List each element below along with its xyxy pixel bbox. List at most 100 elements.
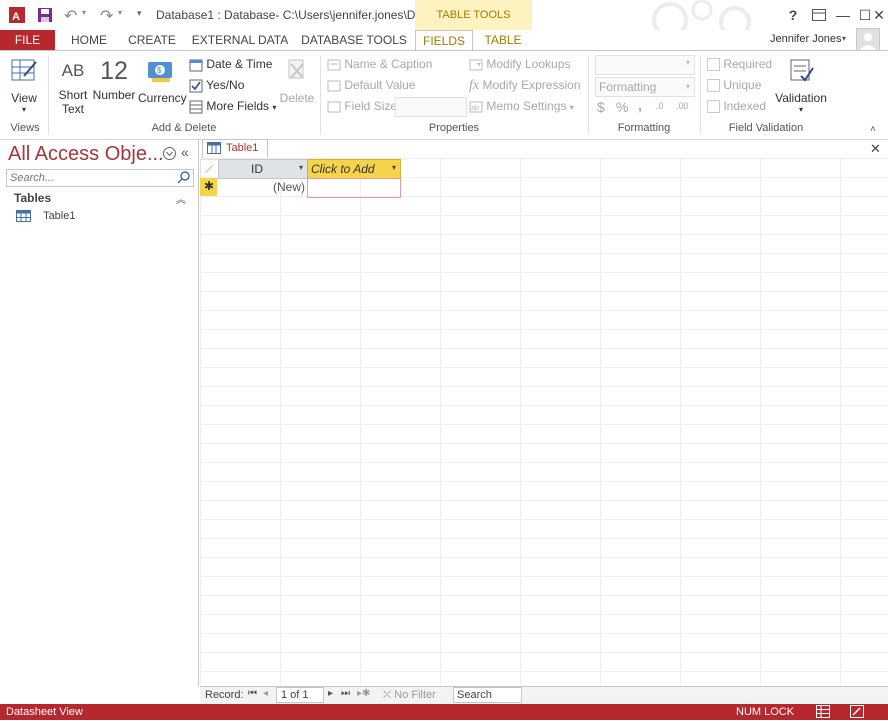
tab-create[interactable]: CREATE: [124, 30, 180, 50]
yes-no-button[interactable]: Yes/No: [189, 78, 244, 93]
column-header-click-to-add[interactable]: Click to Add ▾: [307, 159, 401, 179]
column-header-label: Click to Add: [311, 162, 375, 176]
view-label: View: [11, 91, 37, 105]
memo-settings-button[interactable]: ab Memo Settings ▾: [469, 99, 574, 114]
unique-checkbox[interactable]: Unique: [707, 78, 761, 93]
record-label: Record:: [205, 689, 244, 701]
help-button[interactable]: ?: [780, 4, 806, 26]
more-fields-button[interactable]: More Fields ▾: [189, 99, 276, 114]
column-dropdown-icon[interactable]: ▾: [392, 163, 396, 172]
format-select[interactable]: Formatting ▾: [595, 77, 695, 97]
column-dropdown-icon[interactable]: ▾: [299, 163, 303, 172]
cell-id-new[interactable]: (New): [218, 178, 306, 196]
more-fields-label: More Fields: [206, 99, 270, 113]
next-record-icon[interactable]: ▸: [328, 688, 333, 699]
checkbox-icon: [707, 79, 720, 93]
tab-database-tools[interactable]: DATABASE TOOLS: [300, 30, 408, 50]
nav-menu-icon[interactable]: [163, 147, 176, 163]
default-value-label: Default Value: [344, 78, 416, 92]
close-button[interactable]: ✕: [866, 4, 888, 26]
tab-home[interactable]: HOME: [62, 30, 116, 50]
nav-item-label: Table1: [43, 210, 76, 223]
previous-record-icon[interactable]: ◂: [263, 688, 268, 699]
views-group-label: Views: [10, 122, 40, 134]
user-dropdown-icon[interactable]: ▾: [842, 34, 846, 43]
field-size-input[interactable]: [395, 97, 467, 117]
comma-format-button[interactable]: ,: [638, 97, 642, 113]
percent-format-button[interactable]: %: [616, 99, 628, 115]
nav-item-table1[interactable]: Table1: [16, 210, 75, 223]
validation-label: Validation: [775, 91, 827, 105]
record-search-label: Search: [457, 689, 492, 701]
new-record-value: (New): [273, 180, 305, 194]
new-record-nav-icon[interactable]: ▸✱: [357, 688, 370, 699]
customize-qat-icon[interactable]: ▾: [137, 8, 142, 19]
number-button[interactable]: 12 Number: [92, 56, 136, 102]
search-icon[interactable]: [177, 170, 191, 187]
close-document-icon[interactable]: ✕: [870, 141, 881, 157]
redo-dropdown-icon[interactable]: ▾: [118, 8, 122, 17]
currency-format-button[interactable]: $: [597, 99, 605, 115]
add-delete-group-label: Add & Delete: [151, 122, 217, 134]
design-view-icon[interactable]: [850, 705, 864, 721]
default-value-button[interactable]: Default Value: [327, 78, 416, 93]
ribbon-display-button[interactable]: [806, 4, 832, 26]
required-checkbox[interactable]: Required: [707, 57, 772, 72]
checkbox-icon: [707, 58, 720, 72]
datasheet-grid[interactable]: [200, 158, 888, 686]
properties-group-label: Properties: [428, 122, 480, 134]
validation-icon: [790, 59, 814, 82]
last-record-icon[interactable]: ⏭: [341, 688, 350, 699]
name-caption-button[interactable]: Name & Caption: [327, 57, 432, 72]
save-icon[interactable]: [37, 7, 53, 23]
delete-button[interactable]: Delete: [278, 56, 316, 105]
access-app-icon[interactable]: A: [8, 6, 26, 24]
data-type-select[interactable]: ▾: [595, 55, 695, 75]
title-decoration: [652, 0, 751, 30]
short-text-button[interactable]: AB Short Text: [54, 58, 92, 116]
no-filter-icon: ⛌: [383, 689, 392, 701]
tab-fields[interactable]: FIELDS: [415, 30, 473, 52]
svg-text:$: $: [157, 66, 162, 75]
datasheet-view-icon[interactable]: [816, 705, 830, 721]
modify-lookups-button[interactable]: Modify Lookups: [469, 57, 570, 72]
redo-icon[interactable]: ↷: [100, 6, 113, 26]
undo-dropdown-icon[interactable]: ▾: [82, 8, 86, 17]
tab-file[interactable]: FILE: [0, 30, 55, 50]
first-record-icon[interactable]: ⏮: [248, 688, 257, 699]
collapse-group-icon[interactable]: ︽: [176, 191, 186, 206]
current-record-input[interactable]: 1 of 1: [276, 687, 324, 703]
undo-icon[interactable]: ↶: [64, 6, 77, 26]
validation-button[interactable]: Validation ▾: [772, 56, 830, 114]
search-input[interactable]: [7, 171, 170, 185]
increase-decimals-button[interactable]: .0: [656, 101, 664, 111]
new-record-selector[interactable]: ✱: [200, 178, 217, 196]
table-icon: [16, 210, 31, 222]
tab-external-data[interactable]: EXTERNAL DATA: [188, 30, 292, 50]
name-caption-label: Name & Caption: [344, 57, 433, 71]
select-all-corner[interactable]: [200, 159, 219, 179]
memo-settings-icon: ab: [469, 101, 483, 113]
indexed-checkbox[interactable]: Indexed: [707, 99, 766, 114]
modify-expression-button[interactable]: fx Modify Expression: [469, 78, 581, 94]
column-header-id[interactable]: ID ▾: [218, 159, 308, 179]
tab-table[interactable]: TABLE: [476, 30, 530, 50]
field-size-label: Field Size: [344, 99, 398, 113]
view-button[interactable]: View ▾: [6, 56, 42, 114]
record-search-box[interactable]: Search: [453, 687, 522, 703]
short-text-label-1: Short: [58, 88, 88, 102]
collapse-ribbon-icon[interactable]: ˄: [870, 124, 876, 135]
filter-indicator[interactable]: ⛌ No Filter: [383, 689, 436, 702]
currency-button[interactable]: $ Currency: [138, 56, 187, 105]
date-time-button[interactable]: Date & Time: [189, 57, 272, 72]
shutter-bar-icon[interactable]: «: [181, 144, 189, 160]
date-time-label: Date & Time: [206, 57, 273, 71]
nav-pane-title[interactable]: All Access Obje...: [8, 143, 164, 166]
user-name[interactable]: Jennifer Jones: [770, 33, 842, 45]
avatar[interactable]: [856, 28, 880, 52]
cell-click-to-add[interactable]: [307, 178, 401, 198]
decrease-decimals-button[interactable]: .00: [676, 101, 689, 111]
currency-label: Currency: [138, 91, 187, 105]
nav-group-tables[interactable]: Tables: [14, 191, 51, 205]
modify-lookups-icon: [469, 59, 483, 71]
